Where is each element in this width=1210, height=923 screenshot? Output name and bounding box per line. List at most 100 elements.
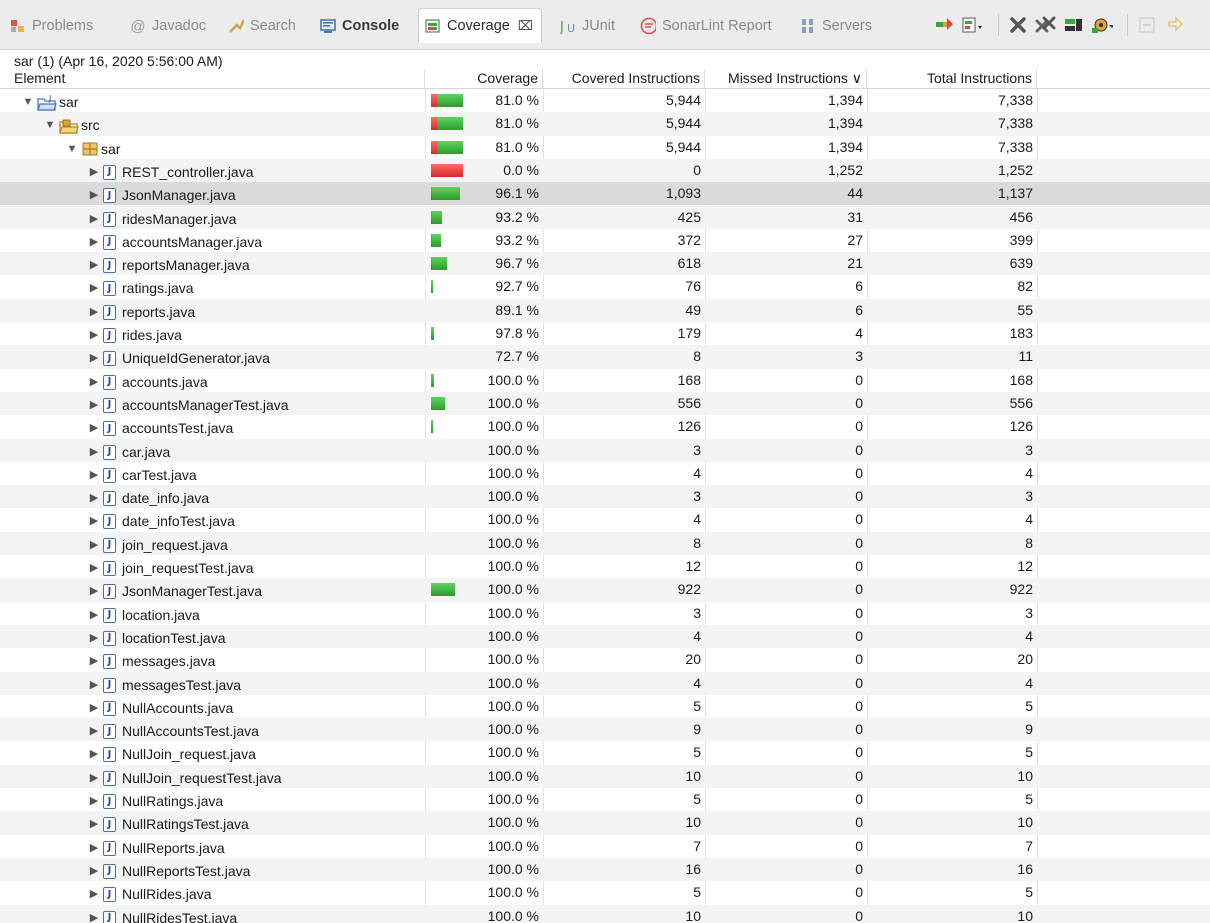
table-row[interactable]: ▶ JridesManager.java 93.2 % 425 31 456 xyxy=(0,205,1210,231)
collapsed-arrow-icon[interactable]: ▶ xyxy=(88,347,100,370)
tab-coverage[interactable]: Coverage ⌧ xyxy=(418,8,542,43)
remove-session-icon[interactable] xyxy=(1007,14,1029,36)
table-row[interactable]: ▶ Jratings.java 92.7 % 76 6 82 xyxy=(0,275,1210,298)
table-row[interactable]: ▶ J NullJoin_request.java 100.0 % 5 0 5 xyxy=(0,741,1210,764)
collapsed-arrow-icon[interactable]: ▶ xyxy=(88,371,100,394)
collapsed-arrow-icon[interactable]: ▶ xyxy=(88,813,100,836)
collapsed-arrow-icon[interactable]: ▶ xyxy=(88,417,100,440)
column-header-element[interactable]: Element xyxy=(0,69,425,88)
total-instructions-cell: 16 xyxy=(1017,860,1033,877)
collapsed-arrow-icon[interactable]: ▶ xyxy=(88,650,100,673)
tab-console[interactable]: Console xyxy=(320,16,399,36)
tab-javadoc[interactable]: @ Javadoc xyxy=(130,16,206,36)
table-row[interactable]: ▶ J NullAccountsTest.java 100.0 % 9 0 9 xyxy=(0,718,1210,743)
table-row[interactable]: ▶ J NullAccounts.java 100.0 % 5 0 5 xyxy=(0,695,1210,718)
table-row[interactable]: ▶ JaccountsManagerTest.java 100.0 % 556 0 556 xyxy=(0,391,1210,417)
collapsed-arrow-icon[interactable]: ▶ xyxy=(88,231,100,254)
expanded-arrow-icon[interactable]: ▼ xyxy=(66,138,78,161)
collapsed-arrow-icon[interactable]: ▶ xyxy=(88,510,100,533)
table-row[interactable]: ▶ Jlocation.java 100.0 % 3 0 3 xyxy=(0,602,1210,625)
table-row[interactable]: ▶ JmessagesTest.java 100.0 % 4 0 4 xyxy=(0,671,1210,697)
remove-all-sessions-icon[interactable] xyxy=(1035,14,1057,36)
collapsed-arrow-icon[interactable]: ▶ xyxy=(88,860,100,883)
collapsed-arrow-icon[interactable]: ▶ xyxy=(88,674,100,697)
collapsed-arrow-icon[interactable]: ▶ xyxy=(88,441,100,464)
table-row[interactable]: ▶ J NullRides.java 100.0 % 5 0 5 xyxy=(0,881,1210,904)
total-instructions-cell: 7,338 xyxy=(997,138,1033,155)
collapsed-arrow-icon[interactable]: ▶ xyxy=(88,324,100,347)
link-icon[interactable] xyxy=(1164,14,1186,36)
expanded-arrow-icon[interactable]: ▼ xyxy=(44,114,56,137)
collapsed-arrow-icon[interactable]: ▶ xyxy=(88,184,100,207)
collapsed-arrow-icon[interactable]: ▶ xyxy=(88,254,100,277)
collapsed-arrow-icon[interactable]: ▶ xyxy=(88,697,100,720)
collapsed-arrow-icon[interactable]: ▶ xyxy=(88,557,100,580)
table-row[interactable]: ▶ Jreports.java 89.1 % 49 6 55 xyxy=(0,298,1210,324)
table-row[interactable]: ▶ J NullRidesTest.java 100.0 % 10 0 10 xyxy=(0,904,1210,923)
table-row[interactable]: ▶ JreportsManager.java 96.7 % 618 21 639 xyxy=(0,252,1210,277)
table-row[interactable]: ▶ J NullReports.java 100.0 % 7 0 7 xyxy=(0,835,1210,858)
element-label: ▶ Jdate_info.java xyxy=(0,487,209,510)
coverage-settings-icon[interactable] xyxy=(1091,14,1113,36)
missed-instructions-cell: 0 xyxy=(855,371,863,388)
table-row[interactable]: ▶ J UniqueIdGenerator.java 72.7 % 8 3 11 xyxy=(0,345,1210,370)
collapsed-arrow-icon[interactable]: ▶ xyxy=(88,161,100,184)
select-session-icon[interactable] xyxy=(962,14,984,36)
table-row[interactable]: ▶ J NullJoin_requestTest.java 100.0 % 10 0 10 xyxy=(0,764,1210,790)
collapsed-arrow-icon[interactable]: ▶ xyxy=(88,627,100,650)
table-row[interactable]: ▶ J REST_controller.java 0.0 % 0 1,252 1,252 xyxy=(0,158,1210,184)
table-row[interactable]: ▶ Jdate_info.java 100.0 % 3 0 3 xyxy=(0,485,1210,510)
table-row[interactable]: ▶ JaccountsTest.java 100.0 % 126 0 126 xyxy=(0,415,1210,438)
table-row[interactable]: ▶ Jmessages.java 100.0 % 20 0 20 xyxy=(0,648,1210,671)
table-row[interactable]: ▶ J JsonManagerTest.java 100.0 % 922 0 922 xyxy=(0,578,1210,603)
column-header-total-instructions[interactable]: Total Instructions xyxy=(867,69,1037,88)
table-row[interactable]: ▶ J NullRatingsTest.java 100.0 % 10 0 10 xyxy=(0,811,1210,836)
column-header-coverage[interactable]: Coverage xyxy=(425,69,543,88)
tab-search[interactable]: Search xyxy=(228,16,296,36)
tab-servers[interactable]: Servers xyxy=(800,16,872,36)
tab-sonarlint-report[interactable]: SonarLint Report xyxy=(640,16,772,36)
missed-instructions-cell: 0 xyxy=(855,721,863,738)
minimize-icon[interactable] xyxy=(1136,14,1158,36)
collapsed-arrow-icon[interactable]: ▶ xyxy=(88,720,100,743)
collapsed-arrow-icon[interactable]: ▶ xyxy=(88,464,100,487)
merge-sessions-icon[interactable] xyxy=(934,14,956,36)
table-row[interactable]: ▶ JlocationTest.java 100.0 % 4 0 4 xyxy=(0,624,1210,650)
collapsed-arrow-icon[interactable]: ▶ xyxy=(88,208,100,231)
collapsed-arrow-icon[interactable]: ▶ xyxy=(88,767,100,790)
collapsed-arrow-icon[interactable]: ▶ xyxy=(88,580,100,603)
expanded-arrow-icon[interactable]: ▼ xyxy=(22,91,34,114)
table-row[interactable]: ▶ Jdate_infoTest.java 100.0 % 4 0 4 xyxy=(0,508,1210,531)
table-row[interactable]: ▼ Jsar 81.0 % 5,944 1,394 7,338 xyxy=(0,89,1210,112)
collapsed-arrow-icon[interactable]: ▶ xyxy=(88,907,100,923)
collapsed-arrow-icon[interactable]: ▶ xyxy=(88,277,100,300)
column-header-missed-instructions[interactable]: Missed Instructions ∨ xyxy=(705,69,867,88)
collapsed-arrow-icon[interactable]: ▶ xyxy=(88,743,100,766)
collapsed-arrow-icon[interactable]: ▶ xyxy=(88,883,100,906)
element-label: ▶ J NullRatingsTest.java xyxy=(0,813,249,836)
table-row[interactable]: ▶ Jjoin_requestTest.java 100.0 % 12 0 12 xyxy=(0,555,1210,578)
collapsed-arrow-icon[interactable]: ▶ xyxy=(88,301,100,324)
table-row[interactable]: ▶ Jaccounts.java 100.0 % 168 0 168 xyxy=(0,369,1210,392)
table-row[interactable]: ▶ J NullReportsTest.java 100.0 % 16 0 16 xyxy=(0,857,1210,883)
collapsed-arrow-icon[interactable]: ▶ xyxy=(88,837,100,860)
table-row[interactable]: ▶ Jjoin_request.java 100.0 % 8 0 8 xyxy=(0,531,1210,557)
column-header-covered-instructions[interactable]: Covered Instructions xyxy=(543,69,705,88)
tab-problems[interactable]: Problems xyxy=(10,16,93,36)
table-row[interactable]: ▶ Jcar.java 100.0 % 3 0 3 xyxy=(0,438,1210,464)
table-row[interactable]: ▼ sar 81.0 % 5,944 1,394 7,338 xyxy=(0,136,1210,159)
table-row[interactable]: ▶ J NullRatings.java 100.0 % 5 0 5 xyxy=(0,788,1210,811)
collapsed-arrow-icon[interactable]: ▶ xyxy=(88,604,100,627)
table-row[interactable]: ▶ JaccountsManager.java 93.2 % 372 27 399 xyxy=(0,229,1210,252)
collapsed-arrow-icon[interactable]: ▶ xyxy=(88,790,100,813)
collapse-all-icon[interactable] xyxy=(1063,14,1085,36)
table-row[interactable]: ▶ J JsonManager.java 96.1 % 1,093 44 1,137 xyxy=(0,182,1210,207)
table-row[interactable]: ▶ Jrides.java 97.8 % 179 4 183 xyxy=(0,322,1210,345)
table-row[interactable]: ▼ src 81.0 % 5,944 1,394 7,338 xyxy=(0,112,1210,137)
tab-junit[interactable]: JU JUnit xyxy=(560,16,615,36)
close-tab-icon[interactable]: ⌧ xyxy=(518,18,533,34)
collapsed-arrow-icon[interactable]: ▶ xyxy=(88,534,100,557)
collapsed-arrow-icon[interactable]: ▶ xyxy=(88,394,100,417)
table-row[interactable]: ▶ JcarTest.java 100.0 % 4 0 4 xyxy=(0,462,1210,485)
collapsed-arrow-icon[interactable]: ▶ xyxy=(88,487,100,510)
